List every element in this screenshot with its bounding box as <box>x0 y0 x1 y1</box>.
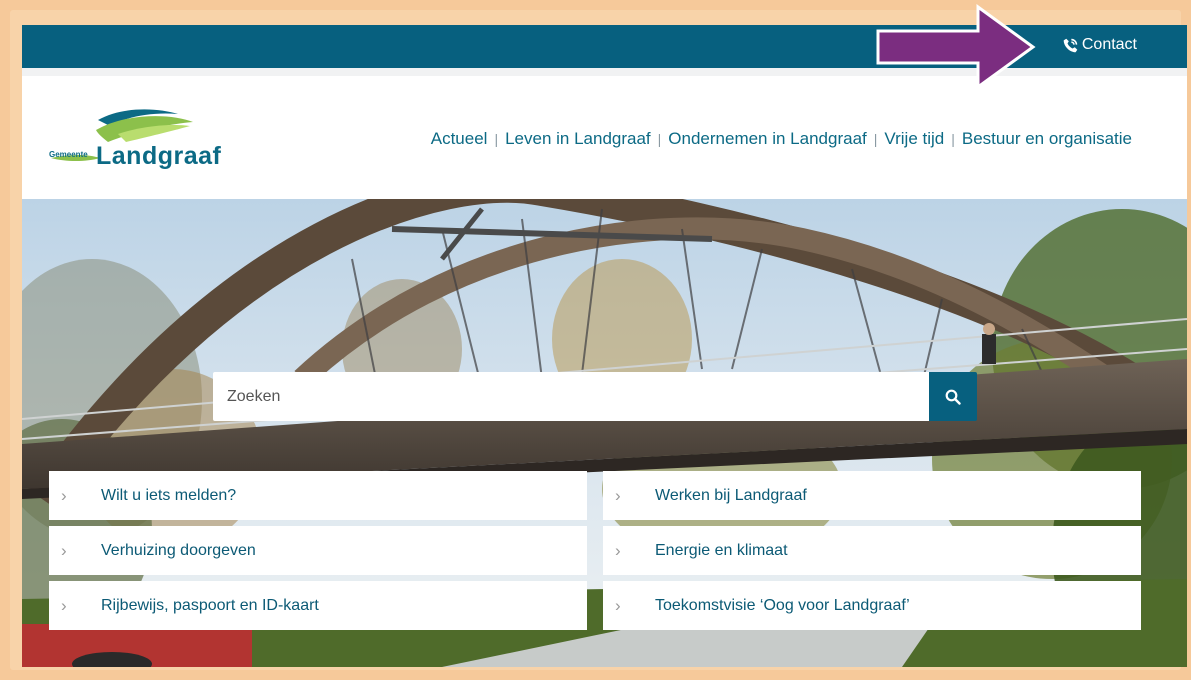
quicklink-rijbewijs[interactable]: › Rijbewijs, paspoort en ID-kaart <box>49 581 587 630</box>
nav-item-leven[interactable]: Leven in Landgraaf <box>505 129 651 149</box>
nav-item-vrije-tijd[interactable]: Vrije tijd <box>884 129 944 149</box>
quicklink-label: Toekomstvisie ‘Oog voor Landgraaf’ <box>655 596 910 614</box>
logo-wordmark: Landgraaf <box>96 142 222 170</box>
quicklink-verhuizing[interactable]: › Verhuizing doorgeven <box>49 526 587 575</box>
browser-page: Contact Gemeente Landgraaf Actueel | Lev… <box>22 25 1187 667</box>
site-logo[interactable]: Gemeente Landgraaf <box>48 106 238 176</box>
hero-section: › Wilt u iets melden? › Verhuizing doorg… <box>22 199 1187 667</box>
quicklink-label: Energie en klimaat <box>655 541 788 559</box>
chevron-right-icon: › <box>61 485 67 505</box>
main-nav: Actueel | Leven in Landgraaf | Onderneme… <box>431 129 1132 149</box>
chevron-right-icon: › <box>61 595 67 615</box>
nav-separator: | <box>951 131 955 147</box>
quicklink-label: Rijbewijs, paspoort en ID-kaart <box>101 596 319 614</box>
nav-item-bestuur[interactable]: Bestuur en organisatie <box>962 129 1132 149</box>
search-bar <box>213 372 977 421</box>
chevron-right-icon: › <box>615 485 621 505</box>
chevron-right-icon: › <box>61 540 67 560</box>
search-button[interactable] <box>929 372 977 421</box>
annotation-arrow-icon <box>876 4 1036 90</box>
nav-separator: | <box>873 131 878 147</box>
logo-small-text: Gemeente <box>49 150 88 159</box>
quicklink-melden[interactable]: › Wilt u iets melden? <box>49 471 587 520</box>
nav-separator: | <box>494 131 499 147</box>
phone-icon <box>1063 38 1078 52</box>
search-icon <box>945 389 961 405</box>
nav-item-actueel[interactable]: Actueel <box>431 129 488 149</box>
quicklink-werken[interactable]: › Werken bij Landgraaf <box>603 471 1141 520</box>
chevron-right-icon: › <box>615 540 621 560</box>
quicklink-toekomstvisie[interactable]: › Toekomstvisie ‘Oog voor Landgraaf’ <box>603 581 1141 630</box>
quicklink-label: Wilt u iets melden? <box>101 486 237 504</box>
site-header: Gemeente Landgraaf Actueel | Leven in La… <box>22 76 1187 199</box>
chevron-right-icon: › <box>615 595 621 615</box>
quicklink-label: Werken bij Landgraaf <box>655 486 807 504</box>
search-input[interactable] <box>213 372 929 421</box>
quicklink-label: Verhuizing doorgeven <box>101 541 256 559</box>
contact-link[interactable]: Contact <box>1062 36 1137 54</box>
nav-separator: | <box>657 131 662 147</box>
nav-item-ondernemen[interactable]: Ondernemen in Landgraaf <box>668 129 866 149</box>
quicklink-energie[interactable]: › Energie en klimaat <box>603 526 1141 575</box>
contact-label: Contact <box>1081 36 1137 53</box>
